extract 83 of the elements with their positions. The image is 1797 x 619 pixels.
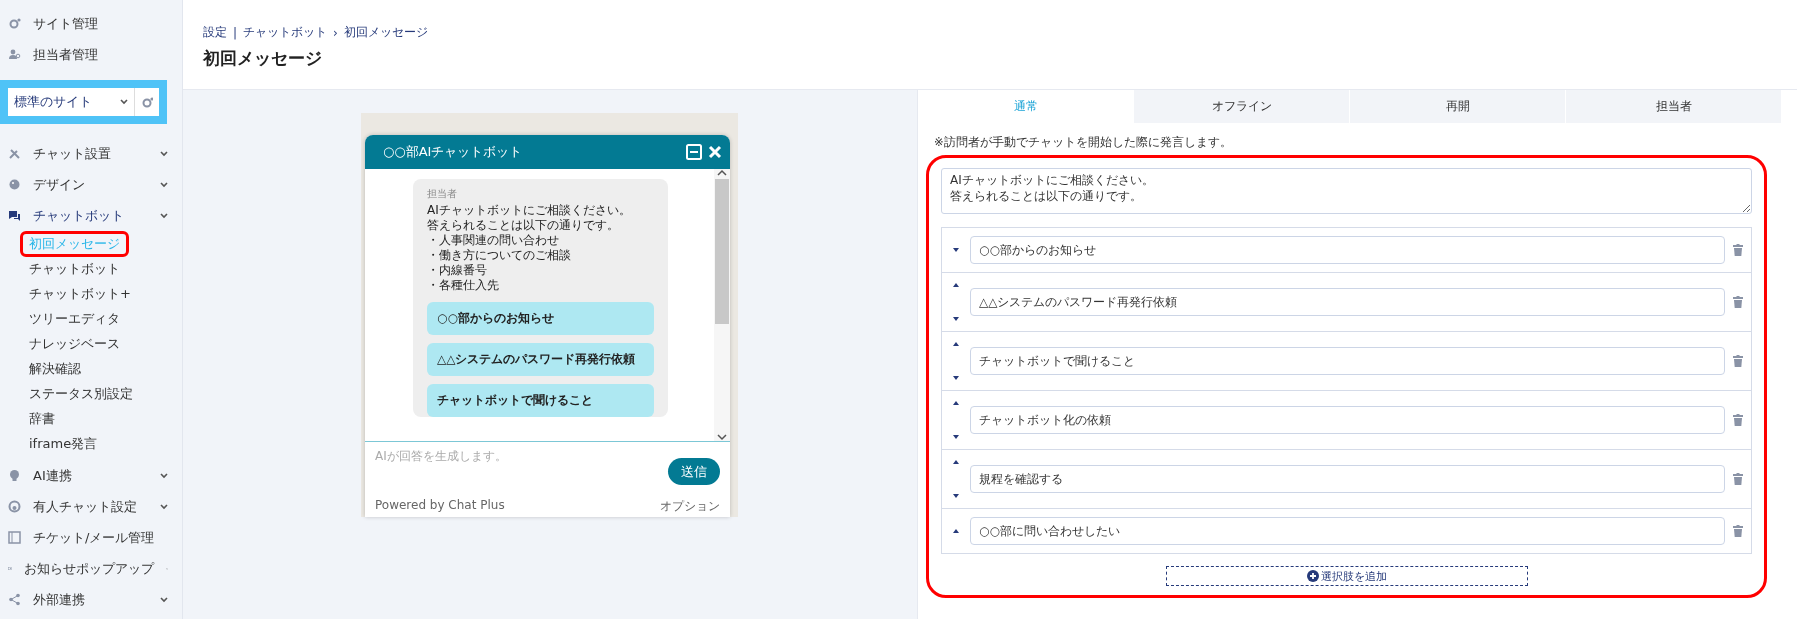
move-down-icon[interactable] xyxy=(953,435,959,439)
breadcrumb-link[interactable]: 初回メッセージ xyxy=(343,24,428,41)
message-line: 答えられることは以下の通りです。 xyxy=(427,218,620,233)
sidebar-subitem[interactable]: ナレッジベース xyxy=(20,330,129,357)
choice-button[interactable]: △△システムのパスワード再発行依頼 xyxy=(427,343,654,376)
trash-icon[interactable] xyxy=(1733,414,1743,426)
move-down-icon[interactable] xyxy=(953,248,959,252)
plus-circle-icon xyxy=(1306,570,1319,582)
close-icon[interactable] xyxy=(708,145,722,159)
scrollbar[interactable] xyxy=(714,169,730,441)
people-icon xyxy=(8,48,21,61)
breadcrumb-link[interactable]: チャットボット xyxy=(243,24,328,41)
sidebar-item[interactable]: AI連携 xyxy=(0,460,182,491)
sidebar-item[interactable]: サイト管理 xyxy=(0,8,182,39)
chat-title: ○○部AIチャットボット xyxy=(383,143,524,161)
message-line: AIチャットボットにご相談ください。 xyxy=(427,203,632,218)
message-line: ・人事関連の問い合わせ xyxy=(427,233,560,248)
site-settings-button[interactable] xyxy=(135,88,159,116)
trash-icon[interactable] xyxy=(1733,355,1743,367)
minimize-icon[interactable] xyxy=(686,144,702,160)
sender-name: 担当者 xyxy=(427,187,458,201)
sidebar-subitem[interactable]: 辞書 xyxy=(20,405,64,432)
sidebar-item[interactable]: 有人チャット設定 xyxy=(0,491,182,522)
choice-field[interactable]: チャットボットで聞けること xyxy=(970,347,1725,375)
panel-icon xyxy=(8,531,21,544)
sidebar-item[interactable]: 担当者管理 xyxy=(0,39,182,70)
choice-field[interactable]: △△システムのパスワード再発行依頼 xyxy=(970,288,1725,316)
sidebar-subitem[interactable]: チャットボット xyxy=(20,255,129,282)
choice-field[interactable]: ○○部に問い合わせしたい xyxy=(970,517,1725,545)
site-select[interactable]: 標準のサイト xyxy=(8,88,135,116)
trash-icon[interactable] xyxy=(1733,296,1743,308)
headset-icon xyxy=(8,500,21,513)
message-line: ・各種仕入先 xyxy=(427,278,500,293)
breadcrumb-separator: | xyxy=(233,25,238,40)
trash-icon[interactable] xyxy=(1733,244,1743,256)
move-down-icon[interactable] xyxy=(953,376,959,380)
tools-icon xyxy=(8,147,21,160)
palette-icon xyxy=(8,178,21,191)
sidebar-item[interactable]: お知らせポップアップ xyxy=(0,553,182,584)
sidebar-item[interactable]: チケット/メール管理 xyxy=(0,522,182,553)
message-field[interactable]: AIチャットボットにご相談ください。 答えられることは以下の通りです。 xyxy=(941,168,1752,214)
choice-field[interactable]: チャットボット化の依頼 xyxy=(970,406,1725,434)
sidebar-item[interactable]: チャット設置 xyxy=(0,138,182,169)
gear-icon xyxy=(8,17,21,30)
choice-button[interactable]: チャットボットで聞けること xyxy=(427,384,654,417)
choice-field[interactable]: ○○部からのお知らせ xyxy=(970,236,1725,264)
hint-text: ※訪問者が手動でチャットを開始した際に発言します。 xyxy=(934,135,1233,150)
sidebar-subitem[interactable]: チャットボット+ xyxy=(20,280,140,307)
chevron-up-icon xyxy=(717,169,727,177)
choice-button[interactable]: ○○部からのお知らせ xyxy=(427,302,654,335)
move-up-icon[interactable] xyxy=(953,460,959,464)
powered-by-text: Powered by Chat Plus xyxy=(375,498,505,514)
tab[interactable]: オフライン xyxy=(1134,90,1350,123)
options-link[interactable]: オプション xyxy=(660,498,720,515)
send-button[interactable]: 送信 xyxy=(668,458,720,485)
move-up-icon[interactable] xyxy=(953,283,959,287)
breadcrumb-link[interactable]: 設定 xyxy=(203,24,227,41)
bulb-icon xyxy=(8,469,21,482)
page-title: 初回メッセージ xyxy=(203,47,323,70)
share-icon xyxy=(8,593,21,606)
move-down-icon[interactable] xyxy=(953,317,959,321)
sidebar-item[interactable]: デザイン xyxy=(0,169,182,200)
sidebar-item[interactable]: 外部連携 xyxy=(0,584,182,615)
move-up-icon[interactable] xyxy=(953,401,959,405)
sidebar-item[interactable]: チャットボット xyxy=(0,200,182,231)
sidebar-subitem[interactable]: ツリーエディタ xyxy=(20,305,129,332)
move-up-icon[interactable] xyxy=(953,342,959,346)
sidebar-subitem[interactable]: iframe発言 xyxy=(20,430,107,457)
trash-icon[interactable] xyxy=(1733,525,1743,537)
breadcrumb-separator: › xyxy=(333,25,338,40)
move-down-icon[interactable] xyxy=(953,494,959,498)
message-line: ・働き方についてのご相談 xyxy=(427,248,572,263)
sidebar-subitem[interactable]: ステータス別設定 xyxy=(20,380,142,407)
move-up-icon[interactable] xyxy=(953,529,959,533)
tab[interactable]: 再開 xyxy=(1350,90,1566,123)
add-choice-button[interactable]: 選択肢を追加 xyxy=(1165,566,1528,586)
gear-icon xyxy=(141,96,153,108)
message-line: ・内線番号 xyxy=(427,263,488,278)
tab[interactable]: 担当者 xyxy=(1566,90,1782,123)
sidebar-subitem[interactable]: 解決確認 xyxy=(20,355,90,382)
trash-icon[interactable] xyxy=(1733,473,1743,485)
chat-icon xyxy=(8,209,21,222)
choice-field[interactable]: 規程を確認する xyxy=(970,465,1725,493)
